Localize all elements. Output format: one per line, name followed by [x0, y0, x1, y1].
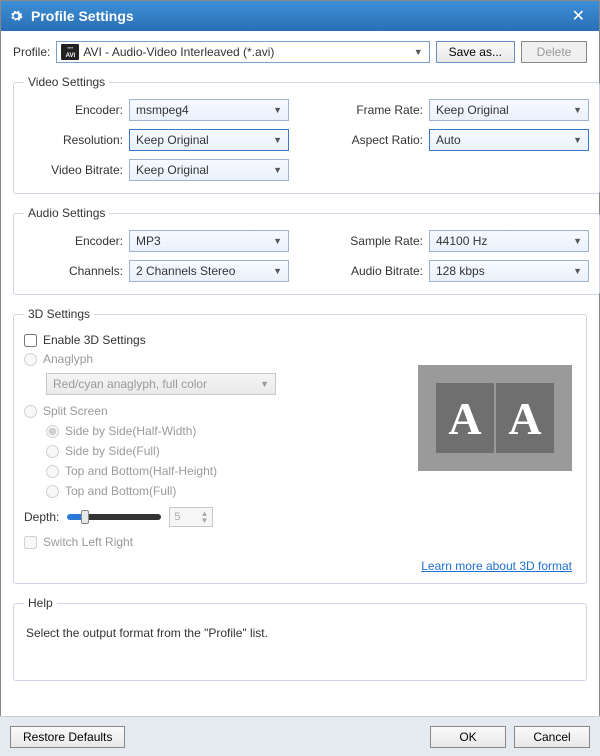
profile-select[interactable]: ▪▪▪▪AVI AVI - Audio-Video Interleaved (*…	[56, 41, 429, 63]
audio-encoder-label: Encoder:	[24, 234, 129, 248]
depth-slider[interactable]	[67, 514, 161, 520]
channels-label: Channels:	[24, 264, 129, 278]
sample-rate-label: Sample Rate:	[329, 234, 429, 248]
chevron-down-icon: ▼	[273, 266, 282, 276]
profile-label: Profile:	[13, 45, 50, 59]
chevron-down-icon: ▼	[273, 135, 282, 145]
audio-encoder-select[interactable]: MP3▼	[129, 230, 289, 252]
video-settings-group: Video Settings Encoder: msmpeg4▼ Frame R…	[13, 75, 600, 194]
three-d-legend: 3D Settings	[24, 307, 94, 321]
chevron-down-icon: ▼	[573, 105, 582, 115]
window-title: Profile Settings	[31, 8, 566, 24]
close-icon[interactable]: ✕	[566, 6, 591, 26]
chevron-down-icon: ▼	[260, 379, 269, 389]
frame-rate-select[interactable]: Keep Original▼	[429, 99, 589, 121]
switch-lr-checkbox	[24, 536, 37, 549]
help-legend: Help	[24, 596, 57, 610]
delete-button: Delete	[521, 41, 587, 63]
chevron-down-icon: ▼	[273, 105, 282, 115]
video-encoder-select[interactable]: msmpeg4▼	[129, 99, 289, 121]
avi-format-icon: ▪▪▪▪AVI	[61, 44, 79, 60]
chevron-down-icon: ▼	[273, 236, 282, 246]
three-d-settings-group: 3D Settings Enable 3D Settings Anaglyph …	[13, 307, 587, 584]
chevron-down-icon: ▼	[273, 165, 282, 175]
preview-glyph-left: A	[436, 383, 494, 453]
save-as-button[interactable]: Save as...	[436, 41, 515, 63]
three-d-preview: A A	[418, 365, 572, 471]
depth-label: Depth:	[24, 510, 59, 524]
chevron-down-icon: ▼	[573, 236, 582, 246]
channels-select[interactable]: 2 Channels Stereo▼	[129, 260, 289, 282]
aspect-ratio-label: Aspect Ratio:	[329, 133, 429, 147]
chevron-down-icon: ▼	[573, 266, 582, 276]
footer: Restore Defaults OK Cancel	[0, 716, 600, 756]
frame-rate-label: Frame Rate:	[329, 103, 429, 117]
titlebar: Profile Settings ✕	[1, 1, 599, 31]
ok-button[interactable]: OK	[430, 726, 506, 748]
profile-row: Profile: ▪▪▪▪AVI AVI - Audio-Video Inter…	[13, 41, 587, 63]
aspect-ratio-select[interactable]: Auto▼	[429, 129, 589, 151]
audio-bitrate-label: Audio Bitrate:	[329, 264, 429, 278]
help-text: Select the output format from the "Profi…	[24, 620, 576, 668]
audio-legend: Audio Settings	[24, 206, 109, 220]
chevron-down-icon: ▼	[573, 135, 582, 145]
slider-thumb[interactable]	[81, 510, 89, 524]
video-bitrate-select[interactable]: Keep Original▼	[129, 159, 289, 181]
video-legend: Video Settings	[24, 75, 109, 89]
learn-more-link[interactable]: Learn more about 3D format	[421, 559, 572, 573]
preview-glyph-right: A	[496, 383, 554, 453]
anaglyph-type-select: Red/cyan anaglyph, full color▼	[46, 373, 276, 395]
video-bitrate-label: Video Bitrate:	[24, 163, 129, 177]
gear-icon	[9, 9, 23, 23]
profile-value: AVI - Audio-Video Interleaved (*.avi)	[83, 45, 413, 59]
video-encoder-label: Encoder:	[24, 103, 129, 117]
audio-settings-group: Audio Settings Encoder: MP3▼ Sample Rate…	[13, 206, 600, 295]
depth-stepper: 5▲▼	[169, 507, 213, 527]
audio-bitrate-select[interactable]: 128 kbps▼	[429, 260, 589, 282]
resolution-select[interactable]: Keep Original▼	[129, 129, 289, 151]
cancel-button[interactable]: Cancel	[514, 726, 590, 748]
restore-defaults-button[interactable]: Restore Defaults	[10, 726, 125, 748]
enable-3d-checkbox[interactable]: Enable 3D Settings	[24, 331, 576, 349]
switch-lr-label: Switch Left Right	[43, 535, 133, 549]
help-group: Help Select the output format from the "…	[13, 596, 587, 681]
sample-rate-select[interactable]: 44100 Hz▼	[429, 230, 589, 252]
tb-full-radio: Top and Bottom(Full)	[24, 481, 576, 501]
resolution-label: Resolution:	[24, 133, 129, 147]
chevron-down-icon: ▼	[414, 47, 423, 57]
